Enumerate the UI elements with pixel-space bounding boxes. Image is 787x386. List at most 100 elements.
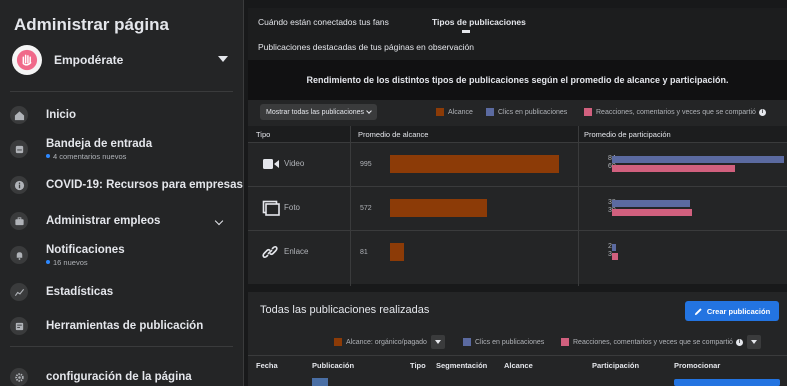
all-posts-title: Todas las publicaciones realizadas [260, 304, 430, 316]
col-targeting: Segmentación [436, 361, 488, 370]
legend-swatch [584, 108, 592, 116]
reactions-bar [612, 209, 692, 216]
briefcase-icon [10, 212, 28, 230]
tab-post-types[interactable]: Tipos de publicaciones [432, 17, 526, 27]
sidebar-divider [10, 91, 233, 92]
sidebar-item-publishing-tools[interactable]: Herramientas de publicación [10, 311, 234, 341]
boost-button[interactable] [674, 379, 780, 386]
sidebar-title: Administrar página [14, 15, 169, 34]
performance-heading: Rendimiento de los distintos tipos de pu… [248, 60, 787, 100]
pencil-icon [694, 307, 702, 315]
inbox-icon [10, 140, 28, 158]
reach-value: 995 [360, 161, 372, 168]
table-row [248, 375, 787, 386]
main-content: Cuándo están conectados tus fans Tipos d… [244, 0, 787, 386]
table-header: Tipo Promedio de alcance Promedio de par… [248, 126, 787, 142]
insights-icon [10, 283, 28, 301]
posts-table-header: Fecha Publicación Tipo Segmentación Alca… [248, 355, 787, 373]
chevron-down-icon [366, 108, 372, 114]
link-icon [262, 245, 278, 259]
caret-down-icon[interactable] [218, 56, 228, 62]
clicks-bar [612, 156, 784, 163]
home-icon [10, 106, 28, 124]
col-avg-engagement: Promedio de participación [584, 130, 671, 139]
legend-clicks: Clics en publicaciones [463, 336, 544, 348]
sidebar-item-covid[interactable]: COVID-19: Recursos para empresas [10, 170, 243, 200]
sidebar-item-page-settings[interactable]: configuración de la página [10, 362, 234, 386]
col-avg-reach: Promedio de alcance [358, 130, 429, 139]
column-divider [578, 126, 579, 286]
sidebar-item-inbox[interactable]: Bandeja de entrada 4 comentarios nuevos [10, 134, 234, 164]
page-name: Empodérate [54, 53, 124, 67]
col-type: Tipo [256, 130, 271, 139]
legend-reach: Alcance [436, 106, 473, 118]
sidebar-item-insights[interactable]: Estadísticas [10, 277, 234, 307]
col-post: Publicación [312, 361, 355, 370]
post-types-panel: Cuándo están conectados tus fans Tipos d… [248, 8, 787, 286]
blue-dot-icon [46, 260, 50, 264]
legend-swatch [436, 108, 444, 116]
col-reach: Alcance [504, 361, 533, 370]
col-engagement: Participación [592, 361, 640, 370]
clicks-bar [612, 244, 617, 251]
page-selector[interactable]: Empodérate [12, 42, 234, 78]
active-tab-indicator [462, 30, 470, 33]
reactions-bar [612, 165, 735, 172]
sidebar-item-label: Notificaciones [46, 243, 125, 256]
blue-dot-icon [46, 154, 50, 158]
post-type-label: Foto [284, 203, 301, 212]
reactions-bar [612, 253, 619, 260]
clicks-bar [612, 200, 690, 207]
reach-dropdown[interactable] [430, 335, 445, 349]
photo-icon [262, 200, 280, 216]
show-all-posts-dropdown[interactable]: Mostrar todas las publicaciones [260, 104, 378, 120]
info-icon[interactable]: i [758, 108, 766, 116]
video-camera-icon [263, 159, 279, 169]
notification-count: 16 nuevos [46, 258, 125, 267]
sidebar-item-home[interactable]: Inicio [10, 100, 234, 130]
legend-reactions: Reacciones, comentarios y veces que se c… [584, 106, 766, 118]
page-avatar [12, 45, 42, 75]
inbox-count: 4 comentarios nuevos [46, 152, 152, 161]
reach-value: 572 [360, 205, 372, 212]
sidebar-item-label: Administrar empleos [46, 215, 161, 227]
reach-bar [390, 155, 560, 173]
col-date: Fecha [256, 361, 278, 370]
bell-icon [10, 246, 28, 264]
info-icon[interactable]: i [735, 338, 743, 346]
filter-label: Mostrar todas las publicaciones [266, 108, 365, 116]
sidebar-item-label: Estadísticas [46, 286, 114, 298]
reach-bar [390, 199, 488, 217]
create-post-button[interactable]: Crear publicación [685, 301, 779, 321]
sidebar-item-jobs[interactable]: Administrar empleos [10, 206, 234, 236]
table-row: Video 995 84 60 [248, 142, 787, 186]
post-type-label: Video [284, 159, 305, 168]
tab-featured-posts[interactable]: Publicaciones destacadas de tus páginas … [258, 42, 474, 52]
col-type: Tipo [410, 361, 426, 370]
legend-reactions: Reacciones, comentarios y veces que se c… [561, 335, 761, 349]
insights-tabbar: Cuándo están conectados tus fans Tipos d… [248, 8, 787, 60]
legend-reach-organic-paid: Alcance: orgánico/pagado [334, 335, 445, 349]
sidebar-item-notifications[interactable]: Notificaciones 16 nuevos [10, 240, 234, 270]
sidebar-item-label: Herramientas de publicación [46, 320, 204, 332]
tab-when-fans-online[interactable]: Cuándo están conectados tus fans [258, 17, 389, 27]
legend-clicks: Clics en publicaciones [486, 106, 567, 118]
info-icon [10, 176, 28, 194]
engagement-dropdown[interactable] [746, 335, 761, 349]
reach-value: 81 [360, 249, 368, 256]
gear-icon [10, 368, 28, 386]
column-divider [350, 126, 351, 286]
publishing-tools-icon [10, 317, 28, 335]
sidebar-divider [10, 346, 233, 347]
chevron-down-icon[interactable] [214, 216, 224, 226]
all-posts-panel: Todas las publicaciones realizadas Crear… [248, 292, 787, 386]
hand-logo-icon [16, 49, 38, 71]
sidebar-item-label: COVID-19: Recursos para empresas [46, 179, 243, 191]
post-thumbnail[interactable] [312, 378, 328, 386]
sidebar-item-label: Bandeja de entrada [46, 137, 153, 150]
sidebar: Administrar página Empodérate Inicio Ban… [0, 0, 244, 386]
col-promote: Promocionar [674, 361, 721, 370]
post-type-label: Enlace [284, 247, 309, 256]
sidebar-item-label: configuración de la página [46, 371, 192, 383]
reach-bar [390, 243, 404, 261]
